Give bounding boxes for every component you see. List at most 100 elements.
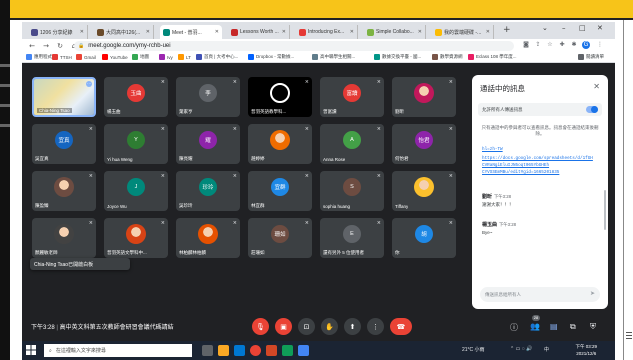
star-icon[interactable]: ☆ (546, 41, 554, 49)
bookmark-item[interactable]: Eclass 108 學年度... (468, 54, 517, 60)
taskbar-clock[interactable]: 下午 03:29 2021/12/6 (575, 343, 597, 357)
task-view-icon[interactable] (202, 345, 213, 356)
participant-tile[interactable]: J ⨯ Joyce Wu (104, 171, 168, 211)
bookmark-item[interactable]: Gmail (76, 54, 96, 60)
mic-off-button[interactable]: 🎙 (252, 318, 269, 335)
menu-icon[interactable]: ⋮ (596, 41, 604, 49)
participant-tile[interactable]: S ⨯ sophia huang (320, 171, 384, 211)
chat-scrollbar[interactable] (604, 190, 606, 230)
tab-close-icon[interactable]: ✕ (146, 29, 150, 35)
bookmark-item[interactable]: LT (178, 54, 191, 60)
participant-tile[interactable]: 珍玲 ⨯ 吳珍玲 (176, 171, 240, 211)
ime-indicator[interactable]: 中 (544, 346, 549, 353)
close-window-icon[interactable]: ✕ (597, 24, 603, 32)
participant-tile[interactable]: ⨯ 普羽英語文學科中... (104, 218, 168, 258)
browser-tab[interactable]: 大同高中126(... ✕ (94, 25, 154, 39)
participant-tile[interactable]: ⨯ 林柏麟林柏麟 (176, 218, 240, 258)
participant-tile[interactable]: ⨯ 陳盈臻 (32, 171, 96, 211)
participant-tile[interactable]: ⋯ Chia-Ning Tsao (32, 77, 96, 117)
back-icon[interactable]: ← (28, 42, 36, 50)
participant-tile[interactable]: 耀 ⨯ 陳亮耀 (176, 124, 240, 164)
participant-tile[interactable]: A ⨯ Anna Rose (320, 124, 384, 164)
bookmark-item[interactable]: 首頁 | 大考中心... (196, 54, 238, 60)
chat-link-line[interactable]: https://docs.google.com/spreadsheets/d/1… (482, 156, 593, 161)
captions-button[interactable]: ⊡ (298, 318, 315, 335)
bookmark-item[interactable]: Ivy (159, 54, 173, 60)
meet-icon[interactable] (282, 345, 293, 356)
minimize-icon[interactable]: – (562, 24, 566, 32)
camera-off-button[interactable]: ▣ (275, 318, 292, 335)
participant-tile[interactable]: E ⨯ 還有另外 5 位使用者 (320, 218, 384, 258)
browser-tab[interactable]: Simple Collabo... ✕ (364, 25, 426, 39)
people-icon[interactable]: 👥 (530, 322, 540, 331)
extension-icon[interactable]: ✚ (558, 41, 566, 49)
close-icon[interactable]: ✕ (593, 82, 600, 91)
bookmark-item[interactable]: YouTube (102, 54, 128, 60)
participant-tile[interactable]: ⨯ 趙婷婷 (248, 124, 312, 164)
activities-icon[interactable]: ⧉ (570, 322, 576, 332)
bookmark-item[interactable]: TTSH (52, 54, 72, 60)
participant-tile[interactable]: ⨯ 劉昕 (392, 77, 456, 117)
bookmark-item[interactable]: Dropbox - 常數據... (248, 54, 294, 60)
extensions-puzzle-icon[interactable]: ✱ (570, 41, 578, 49)
leave-call-button[interactable]: ☎ (390, 318, 412, 335)
bookmark-item[interactable]: 閱讀清單 (578, 54, 604, 60)
tray-icons[interactable]: ⌃ ▭ ◌ 🔊 (510, 346, 532, 352)
weather-status[interactable]: 21°C 小雨 (462, 346, 485, 353)
app-icon[interactable] (298, 345, 309, 356)
chat-link-line[interactable]: hl=zh-TW (482, 147, 503, 152)
windows-start-icon[interactable] (26, 345, 36, 355)
browser-tab[interactable]: Lessons Worth ... ✕ (228, 25, 290, 39)
browser-tab[interactable]: 我的雲端硬碟 -... ✕ (432, 25, 494, 39)
participant-tile[interactable]: 怡君 ⨯ 何怡君 (392, 124, 456, 164)
participant-tile[interactable]: 胡 ⨯ 你 (392, 218, 456, 258)
tab-close-icon[interactable]: ✕ (418, 29, 422, 35)
chat-input[interactable]: 傳送訊息給所有人 ➤ (480, 287, 600, 302)
browser-tab[interactable]: Introducing Ex... ✕ (296, 25, 358, 39)
tab-close-icon[interactable]: ✕ (350, 29, 354, 35)
bookmark-item[interactable]: 應用程式 (26, 54, 52, 60)
share-icon[interactable]: ⇪ (534, 41, 542, 49)
participant-tile[interactable]: ⨯ 普羽英語教學科... (248, 77, 312, 117)
chat-link-line[interactable]: CYVSSEmMBu/edit#gid=1665201835 (482, 170, 559, 175)
participant-tile[interactable]: ⨯ 顏麗敏老師 (32, 218, 96, 258)
profile-avatar[interactable]: G (582, 41, 590, 49)
more-options-button[interactable]: ⋮ (367, 318, 384, 335)
forward-icon[interactable]: → (42, 42, 50, 50)
allow-messages-toggle[interactable] (586, 106, 598, 113)
bookmark-item[interactable]: 地圖 (132, 54, 149, 60)
browser-tab[interactable]: Meet - 普羽... ✕ (160, 25, 222, 39)
chrome-icon[interactable] (250, 345, 261, 356)
powerpoint-icon[interactable] (266, 345, 277, 356)
host-controls-icon[interactable]: ⛨ (590, 322, 596, 332)
send-icon[interactable]: ➤ (590, 290, 595, 297)
participant-tile[interactable]: 宜真 ⨯ 吳宜真 (32, 124, 96, 164)
maximize-icon[interactable]: □ (579, 24, 586, 32)
bookmark-item[interactable]: 數學資源網 (432, 54, 463, 60)
tab-close-icon[interactable]: ✕ (215, 29, 219, 35)
tab-search-icon[interactable]: ⌄ (542, 24, 548, 32)
bookmark-item[interactable]: 高中職學生相關... (312, 54, 355, 60)
file-explorer-icon[interactable] (218, 345, 229, 356)
chat-icon[interactable]: ▤ (550, 322, 558, 331)
bookmark-item[interactable]: 數據交換平臺 - 國... (374, 54, 421, 60)
participant-tile[interactable]: 富讀 ⨯ 曾富讀 (320, 77, 384, 117)
tile-options-icon[interactable]: ⋯ (86, 81, 92, 87)
participant-tile[interactable]: Y ⨯ Yi hua Weng (104, 124, 168, 164)
participant-tile[interactable]: ⨯ Tiffany (392, 171, 456, 211)
camera-icon[interactable]: ◙ (522, 41, 530, 49)
chat-link-line[interactable]: CVRaNgiEluIJN5oqt065YbGHEh (482, 163, 549, 168)
raise-hand-button[interactable]: ✋ (321, 318, 338, 335)
browser-tab[interactable]: 1206 分享紀錄 ✕ (28, 25, 88, 39)
present-button[interactable]: ⬆ (344, 318, 361, 335)
new-tab-button[interactable]: + (503, 25, 511, 35)
taskbar-search[interactable]: ⌕ 在這裡輸入文字來搜尋 (44, 344, 192, 357)
tab-close-icon[interactable]: ✕ (282, 29, 286, 35)
edge-icon[interactable] (234, 345, 245, 356)
participant-tile[interactable]: 玉曲 ⨯ 楊玉曲 (104, 77, 168, 117)
url-bar[interactable]: 🔒 meet.google.com/ymy-rchb-uei (74, 41, 514, 51)
info-icon[interactable]: ⓘ (510, 322, 518, 333)
tab-close-icon[interactable]: ✕ (80, 29, 84, 35)
participant-tile[interactable]: 宜群 ⨯ 林宜群 (248, 171, 312, 211)
participant-tile[interactable]: 李 ⨯ 葉家亨 (176, 77, 240, 117)
